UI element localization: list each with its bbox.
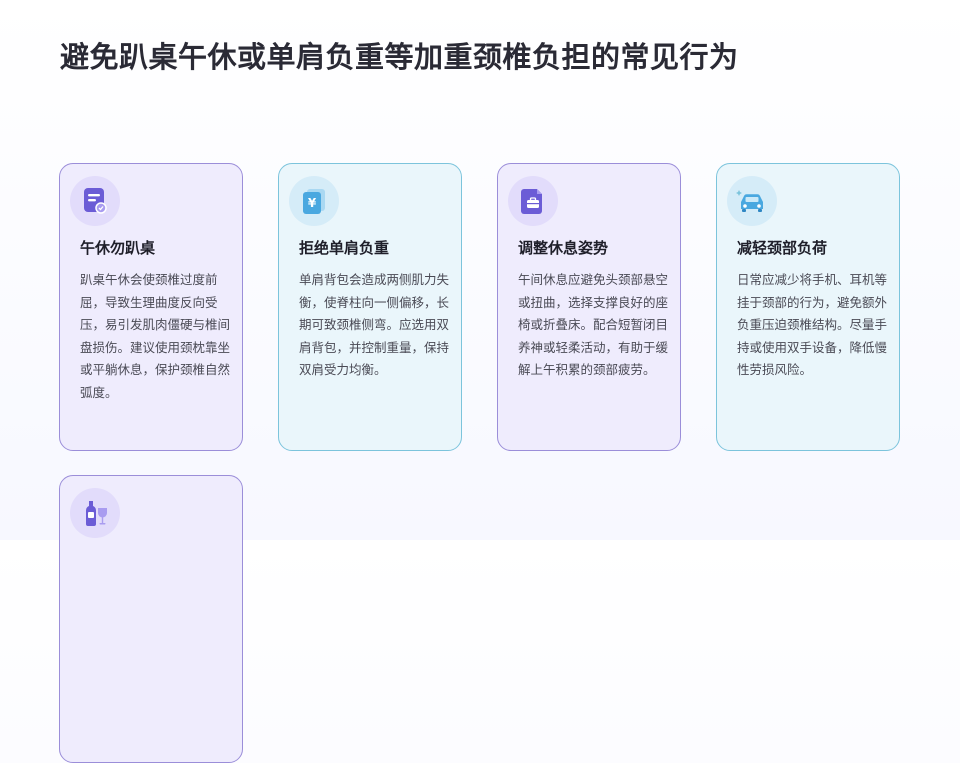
bottle-glass-icon xyxy=(70,488,120,538)
card-nap: 午休勿趴桌 趴桌午休会使颈椎过度前屈，导致生理曲度反向受压，易引发肌肉僵硬与椎间… xyxy=(59,163,243,451)
briefcase-file-icon xyxy=(508,176,558,226)
card-title: 拒绝单肩负重 xyxy=(299,239,390,257)
card-description: 趴桌午休会使颈椎过度前屈，导致生理曲度反向受压，易引发肌肉僵硬与椎间盘损伤。建议… xyxy=(80,272,231,400)
svg-text:¥: ¥ xyxy=(308,196,317,210)
card-description: 单肩背包会造成两侧肌力失衡，使脊柱向一侧偏移，长期可致颈椎侧弯。应选用双肩背包，… xyxy=(299,272,450,377)
card-title: 调整休息姿势 xyxy=(518,239,609,257)
card-single-shoulder: ¥ 拒绝单肩负重 单肩背包会造成两侧肌力失衡，使脊柱向一侧偏移，长期可致颈椎侧弯… xyxy=(278,163,462,451)
document-icon xyxy=(70,176,120,226)
card-neck-load: 减轻颈部负荷 日常应减少将手机、耳机等挂于颈部的行为，避免额外负重压迫颈椎结构。… xyxy=(716,163,900,451)
page-title: 避免趴桌午休或单肩负重等加重颈椎负担的常见行为 xyxy=(60,40,739,74)
card-rest-posture: 调整休息姿势 午间休息应避免头颈部悬空或扭曲，选择支撑良好的座椅或折叠床。配合短… xyxy=(497,163,681,451)
card-title: 午休勿趴桌 xyxy=(80,239,156,257)
card-partial xyxy=(59,475,243,763)
car-icon xyxy=(727,176,777,226)
card-description: 午间休息应避免头颈部悬空或扭曲，选择支撑良好的座椅或折叠床。配合短暂闭目养神或轻… xyxy=(518,272,669,377)
card-title: 减轻颈部负荷 xyxy=(737,239,828,257)
card-description: 日常应减少将手机、耳机等挂于颈部的行为，避免额外负重压迫颈椎结构。尽量手持或使用… xyxy=(737,272,888,377)
receipt-yen-icon: ¥ xyxy=(289,176,339,226)
